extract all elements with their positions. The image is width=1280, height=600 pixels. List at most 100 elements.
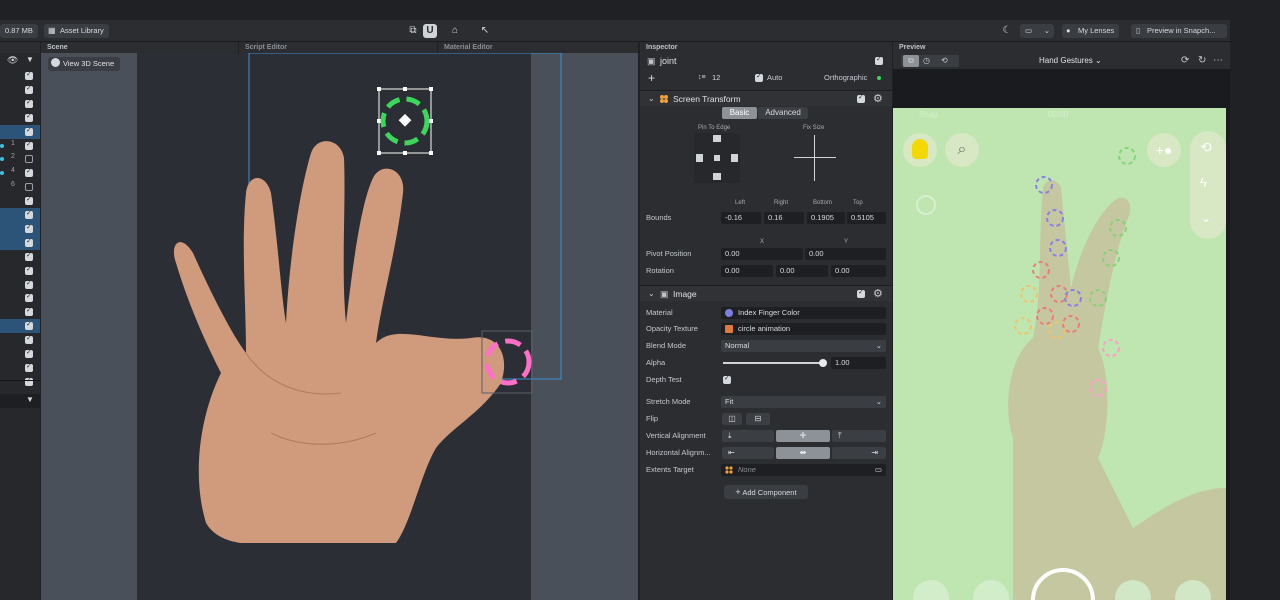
align-center-horizontal-icon[interactable]: ⇹ bbox=[776, 447, 830, 459]
hierarchy-row[interactable] bbox=[0, 319, 40, 334]
align-top-icon[interactable]: ⤒ bbox=[832, 430, 886, 442]
gear-icon[interactable]: ⚙ bbox=[873, 92, 883, 105]
visibility-checkbox[interactable] bbox=[25, 223, 33, 233]
moon-icon[interactable]: ☾ bbox=[1000, 24, 1014, 38]
visibility-checkbox[interactable] bbox=[25, 84, 33, 94]
visibility-checkbox[interactable] bbox=[25, 362, 33, 372]
tab-advanced[interactable]: Advanced bbox=[758, 107, 808, 119]
hierarchy-row[interactable] bbox=[0, 221, 40, 236]
alpha-field[interactable]: 1.00 bbox=[831, 357, 886, 369]
flip-camera-icon[interactable]: ⟲ bbox=[1200, 139, 1212, 156]
visibility-checkbox[interactable] bbox=[25, 98, 33, 108]
more-icon[interactable]: ⋯ bbox=[1213, 53, 1223, 69]
image-enabled-checkbox[interactable] bbox=[857, 288, 865, 298]
hierarchy-row[interactable] bbox=[0, 124, 40, 139]
chevron-down-icon[interactable]: ⌄ bbox=[1201, 211, 1211, 225]
align-center-vertical-icon[interactable]: ✛ bbox=[776, 430, 830, 442]
add-friend-icon[interactable]: +● bbox=[1147, 133, 1181, 167]
filter-icon[interactable]: ▼ bbox=[26, 395, 34, 404]
rotation-z-field[interactable]: 0.00 bbox=[831, 265, 886, 277]
hierarchy-search[interactable]: ▼ bbox=[0, 394, 40, 408]
alpha-slider-thumb[interactable] bbox=[819, 359, 827, 367]
pin-center[interactable] bbox=[714, 155, 720, 161]
lens-selector[interactable]: Hand Gestures ⌄ bbox=[1039, 53, 1102, 69]
chevron-down-icon[interactable]: ⌄ bbox=[648, 91, 655, 107]
visibility-checkbox[interactable] bbox=[25, 292, 33, 303]
pin-top[interactable] bbox=[713, 135, 721, 142]
align-bottom-icon[interactable]: ⤓ bbox=[722, 430, 774, 442]
bounds-field[interactable]: 0.1905 bbox=[807, 212, 845, 224]
hierarchy-row[interactable] bbox=[0, 278, 40, 292]
visibility-checkbox[interactable] bbox=[25, 183, 33, 192]
hierarchy-row[interactable]: 1 bbox=[0, 139, 40, 153]
visibility-checkbox[interactable] bbox=[25, 348, 33, 358]
hierarchy-row[interactable] bbox=[0, 97, 40, 111]
visibility-checkbox[interactable] bbox=[25, 334, 33, 345]
hierarchy-row[interactable] bbox=[0, 333, 40, 347]
pin-left[interactable] bbox=[696, 154, 703, 162]
refresh-icon[interactable]: ⟲ bbox=[941, 55, 948, 67]
gear-icon[interactable]: ⚙ bbox=[873, 287, 883, 300]
object-name[interactable]: joint bbox=[660, 53, 677, 69]
hierarchy-row[interactable] bbox=[0, 250, 40, 264]
bounds-field[interactable]: 0.16 bbox=[764, 212, 804, 224]
hierarchy-row[interactable] bbox=[0, 361, 40, 375]
home-icon[interactable]: ⌂ bbox=[448, 24, 462, 38]
pin-right[interactable] bbox=[731, 154, 738, 162]
hierarchy-row[interactable]: 4 bbox=[0, 166, 40, 180]
hierarchy-row[interactable] bbox=[0, 305, 40, 319]
visibility-checkbox[interactable] bbox=[25, 237, 33, 247]
flip-horizontal-icon[interactable]: ◫ bbox=[722, 413, 742, 425]
hierarchy-row[interactable] bbox=[0, 83, 40, 97]
visibility-checkbox[interactable] bbox=[25, 320, 33, 331]
blend-mode-select[interactable]: Normal ⌄ bbox=[721, 340, 886, 352]
hierarchy-row[interactable]: 6 bbox=[0, 180, 40, 194]
hierarchy-row[interactable] bbox=[0, 194, 40, 208]
alpha-slider-track[interactable] bbox=[723, 359, 827, 367]
my-lenses-button[interactable]: ● My Lenses bbox=[1062, 24, 1120, 38]
hierarchy-row[interactable] bbox=[0, 375, 40, 389]
fix-size-widget[interactable] bbox=[792, 133, 838, 183]
depth-test-checkbox[interactable] bbox=[723, 374, 731, 384]
visibility-checkbox[interactable] bbox=[25, 279, 33, 289]
preview-in-snapchat-button[interactable]: ▯ Preview in Snapch... bbox=[1131, 24, 1227, 38]
hierarchy-row[interactable] bbox=[0, 111, 40, 125]
visibility-checkbox[interactable] bbox=[25, 376, 33, 386]
visibility-checkbox[interactable] bbox=[25, 126, 33, 136]
clock-icon[interactable]: ◷ bbox=[923, 55, 930, 67]
search-icon[interactable]: ⌕ bbox=[945, 133, 979, 167]
visibility-checkbox[interactable] bbox=[25, 306, 33, 317]
asset-library-button[interactable]: ▦ Asset Library bbox=[44, 24, 109, 38]
visibility-checkbox[interactable] bbox=[25, 112, 33, 122]
hierarchy-row[interactable] bbox=[0, 264, 40, 278]
sync-icon[interactable]: ⟳ bbox=[1181, 53, 1189, 69]
material-field[interactable]: Index Finger Color bbox=[721, 307, 886, 319]
eye-icon[interactable]: 👁 bbox=[7, 55, 18, 66]
add-icon[interactable]: + bbox=[648, 70, 655, 86]
visibility-checkbox[interactable] bbox=[25, 155, 33, 164]
chevron-down-icon[interactable]: ⌄ bbox=[648, 286, 655, 302]
extents-target-field[interactable]: None ▭ bbox=[721, 464, 886, 476]
pin-to-edge-widget[interactable] bbox=[694, 133, 740, 183]
cursor-icon[interactable]: ↖ bbox=[478, 24, 492, 38]
visibility-checkbox[interactable] bbox=[25, 265, 33, 275]
visibility-checkbox[interactable] bbox=[25, 209, 33, 219]
visibility-checkbox[interactable] bbox=[25, 195, 33, 206]
magnet-icon[interactable]: U bbox=[423, 24, 437, 38]
device-dropdown[interactable]: ▭ ⌄ bbox=[1020, 24, 1054, 38]
material-editor-panel-header[interactable]: Material Editor bbox=[438, 42, 638, 53]
hierarchy-row[interactable] bbox=[0, 208, 40, 222]
reset-icon[interactable]: ↻ bbox=[1198, 53, 1206, 69]
align-left-icon[interactable]: ⇤ bbox=[722, 447, 774, 459]
visibility-checkbox[interactable] bbox=[25, 70, 33, 80]
bounds-field[interactable]: 0.5105 bbox=[847, 212, 886, 224]
camera-icon[interactable]: ⧉ bbox=[903, 55, 919, 67]
add-component-button[interactable]: + Add Component bbox=[724, 485, 808, 499]
script-editor-panel-header[interactable]: Script Editor bbox=[239, 42, 437, 53]
bounds-field[interactable]: -0.16 bbox=[721, 212, 761, 224]
hierarchy-row[interactable] bbox=[0, 347, 40, 361]
stretch-mode-select[interactable]: Fit ⌄ bbox=[721, 396, 886, 408]
rotation-x-field[interactable]: 0.00 bbox=[721, 265, 773, 277]
screen-transform-enabled-checkbox[interactable] bbox=[857, 93, 865, 103]
folder-icon[interactable]: ▭ bbox=[875, 464, 882, 476]
